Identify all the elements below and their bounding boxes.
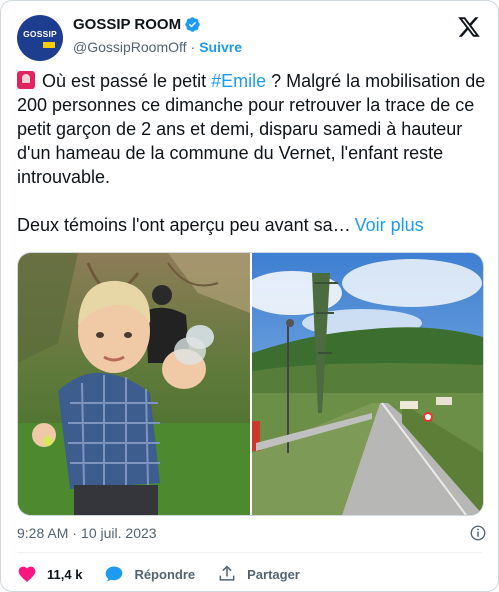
tweet-embed-card: GOSSIP GOSSIP ROOM @GossipRoomOff · Suiv…	[0, 0, 499, 592]
share-upload-icon	[219, 565, 235, 581]
display-name-row[interactable]: GOSSIP ROOM	[73, 16, 201, 33]
tweet-header: GOSSIP GOSSIP ROOM @GossipRoomOff · Suiv…	[17, 13, 482, 61]
tweet-text-part2: ? Malgré la mobilisation de 200 personne…	[17, 71, 486, 235]
display-name[interactable]: GOSSIP ROOM	[73, 16, 181, 33]
follow-button[interactable]: Suivre	[199, 39, 242, 55]
tweet-actions: 11,4 k Répondre Partager	[17, 562, 322, 586]
tweet-media	[17, 252, 484, 516]
heart-icon	[18, 566, 36, 582]
child-photo[interactable]	[18, 253, 250, 515]
share-label: Partager	[247, 566, 300, 582]
handle-row: @GossipRoomOff · Suivre	[73, 39, 242, 55]
avatar-text: GOSSIP	[23, 29, 57, 39]
divider	[17, 552, 482, 553]
speech-bubble-icon	[106, 566, 123, 582]
tweet-text-part1: Où est passé le petit	[37, 71, 212, 91]
hashtag-link[interactable]: #Emile	[211, 71, 266, 91]
info-icon[interactable]	[469, 524, 487, 542]
x-logo-icon[interactable]	[456, 15, 482, 39]
rotating-light-emoji-icon	[17, 71, 35, 89]
like-button[interactable]: 11,4 k	[17, 564, 82, 584]
tweet-date[interactable]: 10 juil. 2023	[81, 525, 157, 541]
tweet-text: Où est passé le petit #Emile ? Malgré la…	[17, 69, 487, 237]
reply-label: Répondre	[134, 566, 196, 582]
avatar-logo-mark	[43, 42, 55, 48]
road-landscape-photo[interactable]	[252, 253, 483, 515]
tweet-meta: 9:28 AM · 10 juil. 2023	[17, 525, 486, 541]
see-more-link[interactable]: Voir plus	[355, 215, 424, 235]
avatar[interactable]: GOSSIP	[17, 15, 63, 61]
reply-button[interactable]: Répondre	[104, 564, 195, 584]
meta-separator: ·	[72, 525, 78, 541]
verified-badge-icon	[185, 17, 200, 32]
account-handle[interactable]: @GossipRoomOff	[73, 39, 187, 55]
share-button[interactable]: Partager	[217, 564, 300, 584]
separator-dot: ·	[190, 39, 196, 55]
tweet-time[interactable]: 9:28 AM	[17, 525, 68, 541]
like-count: 11,4 k	[47, 566, 83, 582]
